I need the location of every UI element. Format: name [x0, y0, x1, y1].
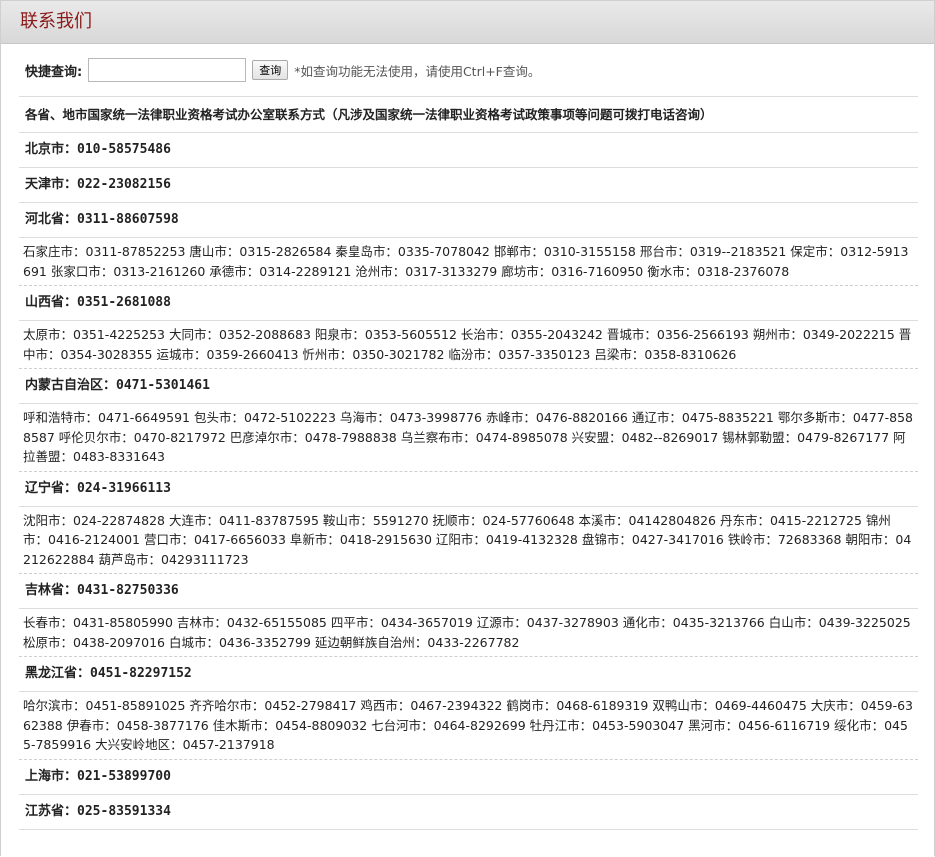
city-phone-list: 太原市：0351-4225253 大同市：0352-2088683 阳泉市：03…: [19, 321, 918, 369]
page-title: 联系我们: [1, 1, 934, 44]
province-name: 黑龙江省：: [25, 666, 91, 681]
province-phone: 022-23082156: [77, 177, 171, 192]
city-phone-list: 哈尔滨市：0451-85891025 齐齐哈尔市：0452-2798417 鸡西…: [19, 692, 918, 760]
province-row: 山西省：0351-2681088: [19, 286, 918, 321]
province-name: 北京市：: [25, 142, 78, 157]
province-name: 吉林省：: [25, 583, 78, 598]
province-row: 河北省：0311-88607598: [19, 203, 918, 238]
city-phone-list: 呼和浩特市：0471-6649591 包头市：0472-5102223 乌海市：…: [19, 404, 918, 472]
province-name: 天津市：: [25, 177, 78, 192]
city-phone-list: 长春市：0431-85805990 吉林市：0432-65155085 四平市：…: [19, 609, 918, 657]
city-phone-list: 沈阳市：024-22874828 大连市：0411-83787595 鞍山市：5…: [19, 507, 918, 574]
quick-search-row: 快捷查询: 查询 *如查询功能无法使用，请使用Ctrl+F查询。: [19, 44, 918, 97]
province-name: 山西省：: [25, 295, 78, 310]
province-row: 上海市：021-53899700: [19, 760, 918, 795]
province-name: 江苏省：: [25, 803, 78, 819]
province-row: 吉林省：0431-82750336: [19, 574, 918, 609]
province-phone: 0451-82297152: [90, 666, 192, 681]
province-phone: 010-58575486: [77, 142, 171, 157]
province-phone: 0431-82750336: [77, 583, 179, 598]
contact-panel: 联系我们 快捷查询: 查询 *如查询功能无法使用，请使用Ctrl+F查询。 各省…: [0, 0, 935, 856]
province-phone: 025-83591334: [77, 803, 171, 819]
province-row: 黑龙江省：0451-82297152: [19, 657, 918, 692]
province-name: 内蒙古自治区：: [25, 378, 117, 393]
province-name: 河北省：: [25, 212, 78, 227]
province-name: 上海市：: [25, 768, 78, 784]
city-phone-list: 石家庄市：0311-87852253 唐山市：0315-2826584 秦皇岛市…: [19, 238, 918, 286]
province-row: 天津市：022-23082156: [19, 168, 918, 203]
search-label: 快捷查询:: [25, 64, 83, 80]
notice-text: 各省、地市国家统一法律职业资格考试办公室联系方式（凡涉及国家统一法律职业资格考试…: [19, 97, 918, 133]
province-phone: 024-31966113: [77, 480, 171, 496]
province-phone: 0351-2681088: [77, 295, 171, 310]
province-phone: 0471-5301461: [116, 378, 210, 393]
content-area: 快捷查询: 查询 *如查询功能无法使用，请使用Ctrl+F查询。 各省、地市国家…: [1, 44, 934, 830]
province-phone: 021-53899700: [77, 768, 171, 784]
search-hint: *如查询功能无法使用，请使用Ctrl+F查询。: [294, 63, 541, 79]
province-name: 辽宁省：: [25, 480, 78, 496]
province-list: 北京市：010-58575486 天津市：022-23082156 河北省：0311…: [19, 133, 918, 830]
province-row: 北京市：010-58575486: [19, 133, 918, 168]
province-row: 江苏省：025-83591334: [19, 795, 918, 830]
search-button[interactable]: 查询: [252, 60, 289, 80]
province-phone: 0311-88607598: [77, 212, 179, 227]
province-row: 内蒙古自治区：0471-5301461: [19, 369, 918, 404]
province-row: 辽宁省：024-31966113: [19, 472, 918, 507]
search-input[interactable]: [88, 58, 247, 82]
